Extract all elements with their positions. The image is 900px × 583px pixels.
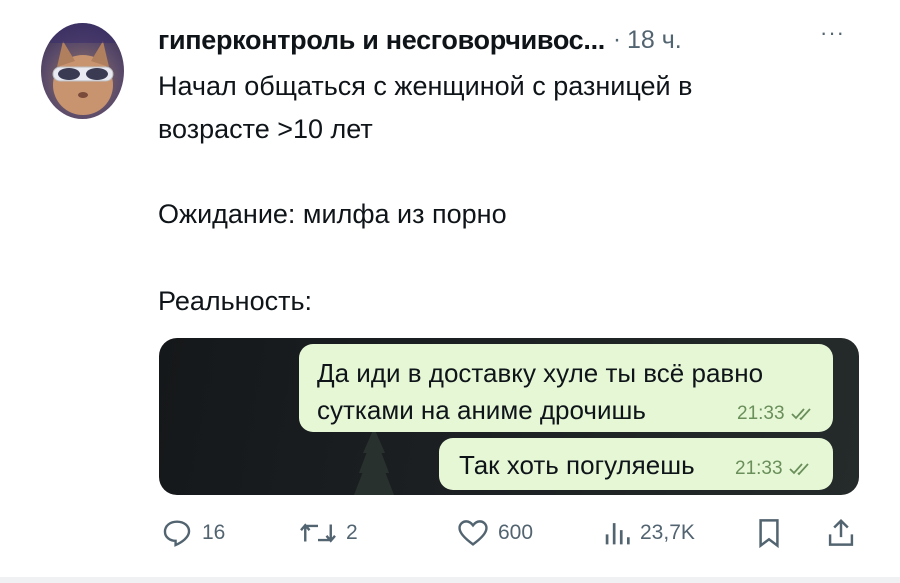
separator-dot: · <box>613 26 622 53</box>
avatar[interactable] <box>41 23 124 119</box>
message-time: 21:33 <box>737 403 785 424</box>
bottom-divider <box>0 577 900 583</box>
action-bar: 16 2 600 23,7K <box>0 510 900 560</box>
message-meta: 21:33 <box>735 458 814 480</box>
message-text-line: Да иди в доставку хуле ты всё равно <box>317 358 764 388</box>
double-check-icon <box>790 408 811 421</box>
post-header: гиперконтроль и несговорчивос... · 18 ч. <box>158 20 682 60</box>
chat-screenshot-image[interactable]: Да иди в доставку хуле ты всё равно сутк… <box>159 338 859 495</box>
views-count: 23,7K <box>640 521 695 544</box>
post-time[interactable]: 18 ч. <box>627 26 682 55</box>
reply-button[interactable]: 16 <box>160 510 225 556</box>
like-button[interactable]: 600 <box>456 510 533 556</box>
message-meta: 21:33 <box>737 403 816 425</box>
views-button[interactable]: 23,7K <box>602 510 695 556</box>
like-count: 600 <box>498 521 534 544</box>
more-options-icon[interactable]: ··· <box>820 20 845 46</box>
author-name[interactable]: гиперконтроль и несговорчивос... <box>158 25 605 56</box>
repost-button[interactable]: 2 <box>298 510 358 556</box>
message-time: 21:33 <box>735 458 783 479</box>
reply-icon <box>163 520 191 547</box>
message-text-line: сутками на аниме дрочишь <box>317 395 646 425</box>
repost-icon <box>300 523 336 543</box>
post-text-line: Реальность: <box>158 286 313 316</box>
message-bubble: Да иди в доставку хуле ты всё равно сутк… <box>299 344 833 432</box>
message-bubble: Так хоть погуляешь 21:33 <box>439 438 833 490</box>
heart-icon <box>458 520 488 546</box>
message-text-line: Так хоть погуляешь <box>459 450 695 480</box>
post-text-line: Начал общаться с женщиной с разницей в <box>158 71 693 101</box>
share-button[interactable] <box>826 510 856 556</box>
share-icon <box>828 518 854 546</box>
bookmark-button[interactable] <box>755 510 783 556</box>
post-text-line: возрасте >10 лет <box>158 114 373 144</box>
repost-count: 2 <box>346 521 358 544</box>
double-check-icon <box>788 463 809 476</box>
post-text-line: Ожидание: милфа из порно <box>158 199 507 229</box>
bookmark-icon <box>759 519 779 549</box>
avatar-cat-image <box>41 23 124 115</box>
views-icon <box>605 523 630 545</box>
reply-count: 16 <box>202 521 226 544</box>
